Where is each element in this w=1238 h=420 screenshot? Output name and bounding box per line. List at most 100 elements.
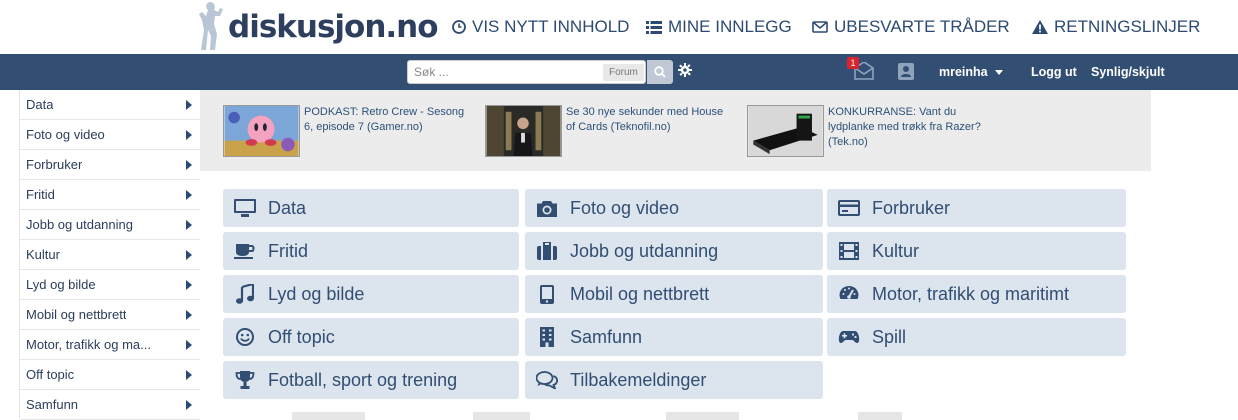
search-scope-chip[interactable]: Forum <box>603 64 644 81</box>
nav-guidelines[interactable]: RETNINGSLINJER <box>1032 16 1200 38</box>
mascot-icon <box>199 2 223 50</box>
category-off-topic[interactable]: Off topic <box>223 318 519 356</box>
gear-icon[interactable] <box>678 63 692 77</box>
list-icon <box>646 20 662 34</box>
sidebar-item-label: Forbruker <box>26 157 83 172</box>
sidebar-item-motor[interactable]: Motor, trafikk og ma... <box>20 330 200 360</box>
user-menu[interactable]: mreinha <box>939 65 1003 79</box>
category-forbruker[interactable]: Forbruker <box>827 189 1126 227</box>
sidebar-item-label: Kultur <box>26 247 60 262</box>
right-gutter <box>1151 90 1238 418</box>
category-samfunn[interactable]: Samfunn <box>525 318 823 356</box>
category-motor[interactable]: Motor, trafikk og maritimt <box>827 275 1126 313</box>
profile-card-icon[interactable] <box>898 63 914 80</box>
chevron-right-icon <box>186 189 192 200</box>
category-label: Mobil og nettbrett <box>570 283 710 304</box>
category-label: Forbruker <box>872 197 951 218</box>
sidebar-item-label: Motor, trafikk og ma... <box>26 337 151 352</box>
logo-text: diskusjon.no <box>228 9 439 45</box>
sidebar-item-kultur[interactable]: Kultur <box>20 240 200 270</box>
category-kultur[interactable]: Kultur <box>827 232 1126 270</box>
category-lyd-og-bilde[interactable]: Lyd og bilde <box>223 275 519 313</box>
category-label: Fritid <box>268 240 308 261</box>
nav-guidelines-label: RETNINGSLINJER <box>1054 17 1201 36</box>
news-item[interactable]: KONKURRANSE: Vant du lydplanke med trøkk… <box>747 105 993 157</box>
sidebar-item-label: Lyd og bilde <box>26 277 96 292</box>
category-jobb-og-utdanning[interactable]: Jobb og utdanning <box>525 232 823 270</box>
nav-unanswered[interactable]: UBESVARTE TRÅDER <box>812 16 1010 38</box>
chevron-right-icon <box>186 339 192 350</box>
category-data[interactable]: Data <box>223 189 519 227</box>
gamepad-icon <box>838 331 860 343</box>
visibility-toggle[interactable]: Synlig/skjult <box>1091 65 1165 79</box>
category-fotball-sport[interactable]: Fotball, sport og trening <box>223 361 519 399</box>
chevron-right-icon <box>186 309 192 320</box>
nav-my-posts-label: MINE INNLEGG <box>668 17 792 36</box>
category-tilbakemeldinger[interactable]: Tilbakemeldinger <box>525 361 823 399</box>
sidebar-item-foto-og-video[interactable]: Foto og video <box>20 120 200 150</box>
sidebar-item-forbruker[interactable]: Forbruker <box>20 150 200 180</box>
category-foto-og-video[interactable]: Foto og video <box>525 189 823 227</box>
sidebar-item-lyd-og-bilde[interactable]: Lyd og bilde <box>20 270 200 300</box>
nav-new-content[interactable]: VIS NYTT INNHOLD <box>452 16 629 38</box>
category-label: Jobb og utdanning <box>570 240 719 261</box>
sidebar-item-label: Data <box>26 97 54 112</box>
sidebar-item-mobil-og-nettbrett[interactable]: Mobil og nettbrett <box>20 300 200 330</box>
chevron-right-icon <box>186 279 192 290</box>
sidebar-item-fritid[interactable]: Fritid <box>20 180 200 210</box>
nav-my-posts[interactable]: MINE INNLEGG <box>646 16 792 38</box>
chevron-right-icon <box>186 99 192 110</box>
logout-link[interactable]: Logg ut <box>1031 65 1077 79</box>
category-label: Spill <box>872 326 907 347</box>
site-header: diskusjon.no VIS NYTT INNHOLD MINE INNLE… <box>0 0 1238 54</box>
site-logo[interactable]: diskusjon.no <box>196 0 439 54</box>
news-strip: PODKAST: Retro Crew - Sesong 6, episode … <box>200 90 1151 171</box>
category-label: Data <box>268 197 307 218</box>
chevron-right-icon <box>186 369 192 380</box>
clock-icon <box>452 20 466 34</box>
briefcase-icon <box>537 242 557 260</box>
news-headline: PODKAST: Retro Crew - Sesong 6, episode … <box>304 106 465 133</box>
sidebar-item-data[interactable]: Data <box>20 90 200 120</box>
category-label: Motor, trafikk og maritimt <box>872 283 1070 304</box>
news-thumbnail <box>747 105 824 157</box>
sidebar-item-jobb-og-utdanning[interactable]: Jobb og utdanning <box>20 210 200 240</box>
sidebar-item-label: Samfunn <box>26 397 79 412</box>
bottom-tab[interactable] <box>858 412 902 420</box>
news-item[interactable]: PODKAST: Retro Crew - Sesong 6, episode … <box>223 105 469 157</box>
news-headline: KONKURRANSE: Vant du lydplanke med trøkk… <box>828 106 981 148</box>
news-item[interactable]: Se 30 nye sekunder med House of Cards (T… <box>485 105 731 157</box>
chevron-down-icon <box>994 70 1003 76</box>
search-icon <box>654 66 666 78</box>
main-content: PODKAST: Retro Crew - Sesong 6, episode … <box>200 90 1151 418</box>
sidebar-item-off-topic[interactable]: Off topic <box>20 360 200 390</box>
chevron-right-icon <box>186 249 192 260</box>
category-label: Off topic <box>268 326 335 347</box>
sidebar-item-label: Jobb og utdanning <box>26 217 133 232</box>
category-fritid[interactable]: Fritid <box>223 232 519 270</box>
category-label: Lyd og bilde <box>268 283 365 304</box>
search-box: Forum <box>407 60 646 84</box>
category-label: Fotball, sport og trening <box>268 369 458 390</box>
forum-sidebar: Data Foto og video Forbruker Fritid Jobb… <box>19 90 200 420</box>
chevron-right-icon <box>186 219 192 230</box>
category-label: Tilbakemeldinger <box>570 369 707 390</box>
category-label: Kultur <box>872 240 920 261</box>
bottom-tab[interactable] <box>292 412 365 420</box>
sidebar-item-label: Fritid <box>26 187 55 202</box>
sidebar-item-samfunn[interactable]: Samfunn <box>20 390 200 420</box>
category-label: Samfunn <box>570 326 643 347</box>
smiley-icon <box>236 328 254 346</box>
music-note-icon <box>236 284 254 304</box>
sidebar-item-label: Foto og video <box>26 127 105 142</box>
category-mobil-og-nettbrett[interactable]: Mobil og nettbrett <box>525 275 823 313</box>
news-thumbnail <box>223 105 300 157</box>
search-button[interactable] <box>647 60 673 84</box>
messages-button[interactable]: 1 <box>847 57 875 82</box>
bottom-tab[interactable] <box>473 412 530 420</box>
nav-new-content-label: VIS NYTT INNHOLD <box>472 17 630 36</box>
sidebar-item-label: Mobil og nettbrett <box>26 307 127 322</box>
category-spill[interactable]: Spill <box>827 318 1126 356</box>
bottom-tab[interactable] <box>666 412 739 420</box>
search-input[interactable] <box>414 63 599 81</box>
